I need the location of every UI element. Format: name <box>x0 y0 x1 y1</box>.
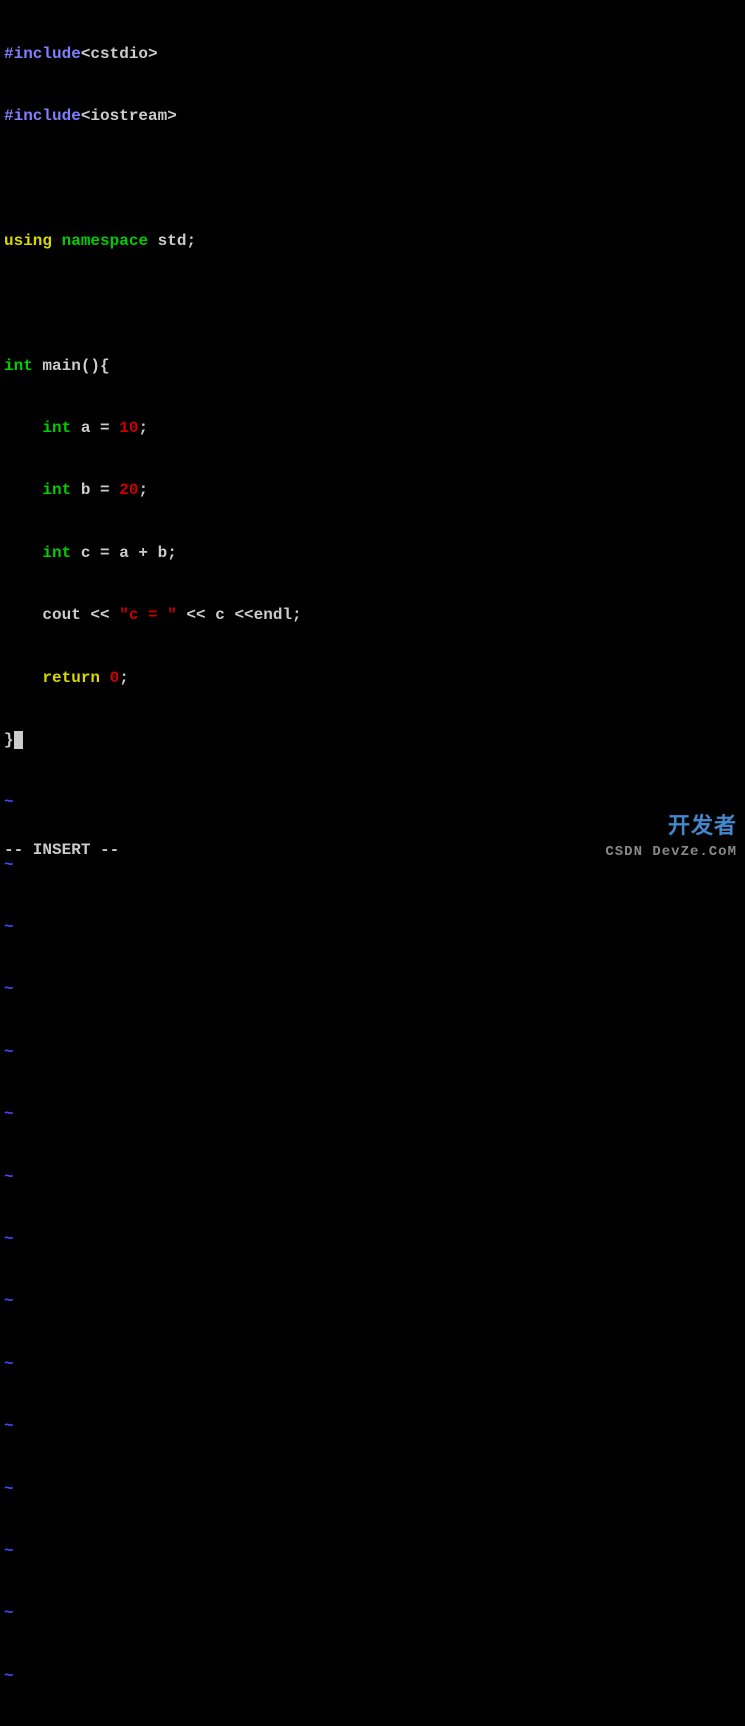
watermark-sub-text: CSDN DevZe.CoM <box>605 843 737 861</box>
empty-line-tilde: ~ <box>4 1603 741 1624</box>
code-line: int a = 10; <box>4 418 741 439</box>
number-token: 20 <box>119 481 138 499</box>
type-token: int <box>42 544 71 562</box>
code-line-empty <box>4 168 741 189</box>
type-token: int <box>42 419 71 437</box>
keyword-token: using <box>4 232 52 250</box>
watermark: 开发者 CSDN DevZe.CoM <box>605 814 737 861</box>
empty-line-tilde: ~ <box>4 1541 741 1562</box>
number-token: 10 <box>119 419 138 437</box>
code-line: #include<cstdio> <box>4 44 741 65</box>
keyword-token: return <box>42 669 100 687</box>
type-token: namespace <box>62 232 148 250</box>
code-line-empty <box>4 293 741 314</box>
code-line: return 0; <box>4 668 741 689</box>
empty-line-tilde: ~ <box>4 1354 741 1375</box>
empty-line-tilde: ~ <box>4 1291 741 1312</box>
empty-line-tilde: ~ <box>4 1666 741 1687</box>
code-line: #include<iostream> <box>4 106 741 127</box>
empty-line-tilde: ~ <box>4 792 741 813</box>
vim-status-mode: -- INSERT -- <box>4 840 119 861</box>
type-token: int <box>4 357 33 375</box>
vim-editor[interactable]: #include<cstdio> #include<iostream> usin… <box>0 0 745 1726</box>
code-line: int c = a + b; <box>4 543 741 564</box>
empty-line-tilde: ~ <box>4 1104 741 1125</box>
number-token: 0 <box>110 669 120 687</box>
watermark-main-text: 开发者 <box>605 814 737 843</box>
string-token: "c = " <box>119 606 177 624</box>
empty-line-tilde: ~ <box>4 917 741 938</box>
code-line: } <box>4 730 741 751</box>
empty-line-tilde: ~ <box>4 979 741 1000</box>
code-line: int b = 20; <box>4 480 741 501</box>
cursor-icon <box>14 731 23 749</box>
preproc-token: #include <box>4 45 81 63</box>
preproc-token: #include <box>4 107 81 125</box>
code-line: cout << "c = " << c <<endl; <box>4 605 741 626</box>
empty-line-tilde: ~ <box>4 1229 741 1250</box>
type-token: int <box>42 481 71 499</box>
empty-line-tilde: ~ <box>4 1479 741 1500</box>
empty-line-tilde: ~ <box>4 1042 741 1063</box>
empty-line-tilde: ~ <box>4 1416 741 1437</box>
code-line: using namespace std; <box>4 231 741 252</box>
empty-line-tilde: ~ <box>4 1167 741 1188</box>
code-line: int main(){ <box>4 356 741 377</box>
